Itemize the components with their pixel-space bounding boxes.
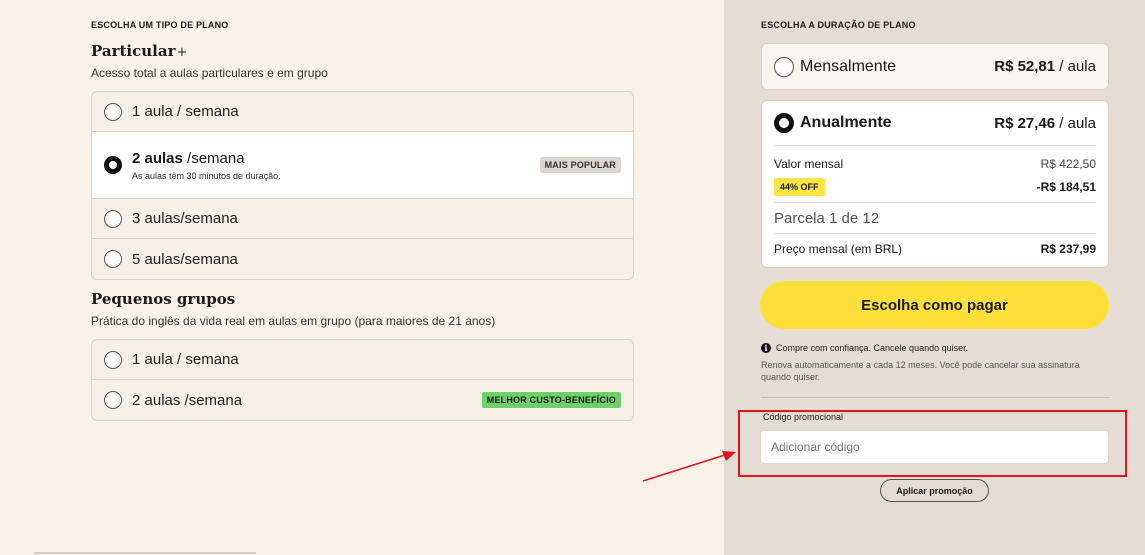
option-label: 2 aulas /semana — [132, 150, 281, 167]
duration-monthly-price: R$ 52,81 / aula — [994, 58, 1096, 75]
particular-description: Acesso total a aulas particulares e em g… — [91, 66, 328, 80]
divider — [774, 145, 1096, 146]
most-popular-badge: MAIS POPULAR — [539, 157, 621, 173]
groups-description: Prática do inglês da vida real em aulas … — [91, 314, 496, 328]
option-particular-5[interactable]: 5 aulas/semana — [92, 239, 633, 279]
monthly-price-label: Preço mensal (em BRL) — [774, 242, 903, 256]
scrollbar-track — [34, 552, 256, 554]
option-label: 2 aulas /semana — [132, 391, 243, 409]
duration-monthly-row: Mensalmente R$ 52,81 / aula — [762, 44, 1108, 89]
plan-type-eyebrow: ESCOLHA UM TIPO DE PLANO — [91, 20, 229, 30]
discount-value: -R$ 184,51 — [1036, 180, 1096, 194]
radio-selected-icon — [104, 156, 122, 174]
groups-title: Pequenos grupos — [91, 290, 236, 308]
radio-circle-icon — [774, 56, 794, 77]
monthly-price-unit: / aula — [1055, 58, 1096, 75]
radio-circle-icon — [104, 391, 122, 409]
radio-circle-icon — [104, 102, 122, 121]
particular-plus: + — [176, 45, 188, 60]
annotation-arrow-icon — [642, 451, 736, 482]
duration-annual-row: Anualmente R$ 27,46 / aula — [762, 101, 1108, 145]
option-label-bold: 2 aulas — [132, 149, 183, 167]
groups-options: 1 aula / semana 2 aulas /semana MELHOR C… — [91, 339, 634, 421]
trust-message: i Compre com confiança. Cancele quando q… — [761, 343, 968, 353]
duration-annual-price: R$ 27,46 / aula — [994, 115, 1096, 132]
option-particular-1[interactable]: 1 aula / semana — [92, 92, 633, 132]
trust-text: Compre com confiança. Cancele quando qui… — [776, 343, 969, 353]
duration-monthly-label: Mensalmente — [800, 57, 897, 75]
monthly-price-total: R$ 237,99 — [1040, 242, 1096, 256]
option-label: 1 aula / semana — [132, 351, 239, 368]
monthly-value-label: Valor mensal — [774, 157, 844, 171]
duration-monthly-card[interactable]: Mensalmente R$ 52,81 / aula — [761, 43, 1109, 90]
info-icon: i — [761, 343, 771, 353]
monthly-price-row: Preço mensal (em BRL) R$ 237,99 — [762, 234, 1108, 264]
discount-badge: 44% OFF — [774, 178, 825, 196]
annual-price-value: R$ 27,46 — [994, 114, 1056, 132]
duration-annual-label: Anualmente — [800, 114, 892, 131]
installment-row: Parcela 1 de 12 — [762, 203, 1108, 233]
monthly-value: R$ 422,50 — [1040, 157, 1096, 171]
option-group-2[interactable]: 2 aulas /semana MELHOR CUSTO-BENEFÍCIO — [92, 380, 633, 420]
choose-payment-button[interactable]: Escolha como pagar — [760, 281, 1109, 329]
renewal-notice: Renova automaticamente a cada 12 meses. … — [761, 360, 1080, 382]
annotation-highlight-box — [738, 410, 1127, 477]
discount-row: 44% OFF -R$ 184,51 — [762, 176, 1108, 198]
option-label: 5 aulas/semana — [132, 250, 238, 268]
radio-circle-icon — [104, 250, 122, 268]
monthly-value-row: Valor mensal R$ 422,50 — [762, 152, 1108, 176]
best-value-badge: MELHOR CUSTO-BENEFÍCIO — [481, 392, 621, 408]
option-subtext: As aulas têm 30 minutos de duração. — [132, 170, 281, 181]
duration-annual-card[interactable]: Anualmente R$ 27,46 / aula Valor mensal … — [761, 100, 1109, 268]
radio-circle-icon — [104, 209, 122, 228]
option-particular-2[interactable]: 2 aulas /semana As aulas têm 30 minutos … — [92, 132, 633, 199]
particular-options: 1 aula / semana 2 aulas /semana As aulas… — [91, 91, 634, 280]
option-particular-3[interactable]: 3 aulas/semana — [92, 199, 633, 239]
option-label: 3 aulas/semana — [132, 210, 238, 227]
duration-eyebrow: ESCOLHA A DURAÇÃO DE PLANO — [761, 20, 916, 30]
particular-title: Particular+ — [91, 42, 187, 60]
annual-price-unit: / aula — [1055, 114, 1096, 132]
installment-text: Parcela 1 de 12 — [774, 209, 880, 227]
option-label-rest: /semana — [182, 149, 245, 167]
monthly-price-value: R$ 52,81 — [994, 58, 1056, 75]
particular-title-text: Particular — [91, 42, 176, 60]
radio-selected-icon — [774, 113, 794, 133]
duration-monthly-name: Mensalmente — [774, 56, 897, 77]
apply-promo-button[interactable]: Aplicar promoção — [880, 479, 989, 502]
divider — [761, 397, 1109, 398]
radio-circle-icon — [104, 350, 122, 369]
option-group-1[interactable]: 1 aula / semana — [92, 340, 633, 380]
option-label: 1 aula / semana — [132, 103, 239, 120]
option-content: 2 aulas /semana As aulas têm 30 minutos … — [132, 150, 281, 181]
duration-annual-name: Anualmente — [774, 113, 892, 133]
